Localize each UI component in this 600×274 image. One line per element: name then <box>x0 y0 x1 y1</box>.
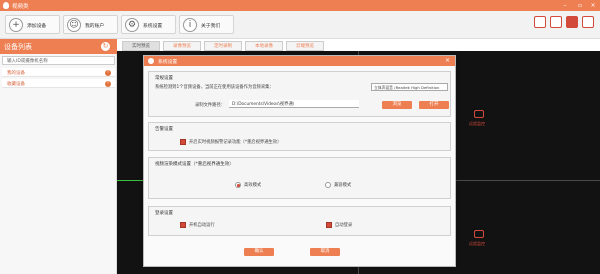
auto-run-label: 开机自动运行 <box>189 223 215 228</box>
render-mode-group: 视频渲染模式设置（*重启视界通生效） 高效模式 兼容模式 <box>148 157 451 199</box>
compatible-mode-radio[interactable] <box>325 182 331 188</box>
title-bar: 视频类 – ▫ × <box>0 0 600 11</box>
open-folder-button[interactable]: 打开 <box>419 101 449 109</box>
layout-4x4-icon[interactable] <box>534 16 546 28</box>
app-title: 视频类 <box>12 4 29 10</box>
layout-1x1-icon[interactable] <box>550 16 562 28</box>
my-account-button[interactable]: ☺ 我的账户 <box>63 15 118 34</box>
device-search-box[interactable]: 输入ID或摄像机名称 <box>2 56 115 65</box>
camera-label: 远程监控 <box>469 241 485 246</box>
app-logo-icon <box>148 58 154 64</box>
cancel-button[interactable]: 取消 <box>310 248 340 256</box>
device-list-title: 设备列表 <box>4 43 32 51</box>
layout-2x2-icon[interactable] <box>566 16 578 28</box>
system-settings-label: 系统设置 <box>143 24 163 29</box>
add-device-label: 添加设备 <box>27 24 47 29</box>
maximize-button[interactable]: ▫ <box>575 1 585 10</box>
record-path-input[interactable]: D:\Documents\Videos\视界通\ <box>229 100 359 108</box>
device-group-favorites[interactable]: 收藏设备 ! <box>2 79 115 88</box>
tab-cloud-preview[interactable]: 云端预览 <box>286 41 324 51</box>
camera-icon <box>474 110 484 118</box>
user-icon: ☺ <box>67 18 81 32</box>
confirm-button[interactable]: 确认 <box>244 248 274 256</box>
refresh-icon[interactable]: ↻ <box>101 42 110 51</box>
tab-live-preview[interactable]: 实时预览 <box>122 41 160 51</box>
system-settings-button[interactable]: ⚙ 系统设置 <box>121 15 176 34</box>
info-icon[interactable]: ! <box>105 69 111 76</box>
camera-label: 远程监控 <box>469 121 485 126</box>
system-settings-dialog: 系统设置 × 常规设置 系统检测到1个音频设备，当前正在使用该设备作为音频采集：… <box>143 55 456 267</box>
device-list-panel: 设备列表 ↻ 输入ID或摄像机名称 我的设备 ! 收藏设备 ! <box>0 39 117 274</box>
auto-run-checkbox[interactable] <box>180 222 186 228</box>
app-logo-icon <box>3 2 9 9</box>
general-settings-group: 常规设置 系统检测到1个音频设备，当前正在使用该设备作为音频采集： 立体声混音 … <box>148 71 451 117</box>
group-title: 视频渲染模式设置（*重启视界通生效） <box>155 162 234 167</box>
tab-bar: 实时预览 录像预览 定时录制 本地录像 云端预览 <box>117 39 600 51</box>
layout-3x3-icon[interactable] <box>582 16 594 28</box>
auto-login-label: 自动登录 <box>335 223 353 228</box>
alarm-settings-group: 告警设置 开启实时视频报警记录功能（*重启视界通生效） <box>148 122 451 151</box>
device-group-label: 收藏设备 <box>7 81 25 87</box>
about-button[interactable]: i 关于我们 <box>179 15 234 34</box>
camera-icon <box>474 230 484 238</box>
compatible-mode-label: 兼容模式 <box>334 183 352 188</box>
info-icon[interactable]: ! <box>105 80 111 87</box>
info-icon: i <box>183 18 197 32</box>
device-group-mine[interactable]: 我的设备 ! <box>2 68 115 77</box>
my-account-label: 我的账户 <box>85 24 105 29</box>
group-title: 登录设置 <box>155 211 173 216</box>
tab-local-record[interactable]: 本地录像 <box>245 41 283 51</box>
plus-icon: + <box>9 18 23 32</box>
close-button[interactable]: × <box>588 1 598 10</box>
tab-record-preview[interactable]: 录像预览 <box>163 41 201 51</box>
group-title: 常规设置 <box>155 76 173 81</box>
alarm-record-checkbox[interactable] <box>180 139 186 145</box>
device-list-header: 设备列表 ↻ <box>0 39 117 54</box>
device-search-input[interactable]: 输入ID或摄像机名称 <box>7 58 48 64</box>
about-label: 关于我们 <box>201 24 221 29</box>
efficient-mode-radio[interactable] <box>235 182 241 188</box>
dialog-title-bar: 系统设置 × <box>144 56 455 66</box>
auto-login-checkbox[interactable] <box>326 222 332 228</box>
record-path-label: 录制文件路径： <box>195 103 226 108</box>
device-group-label: 我的设备 <box>7 70 25 76</box>
browse-button[interactable]: 浏览 <box>382 101 412 109</box>
audio-device-select[interactable]: 立体声混音 (Realtek High Definition <box>371 83 448 91</box>
add-device-button[interactable]: + 添加设备 <box>5 15 60 34</box>
dialog-title: 系统设置 <box>158 60 178 65</box>
dialog-close-button[interactable]: × <box>443 57 452 65</box>
login-settings-group: 登录设置 开机自动运行 自动登录 <box>148 206 451 236</box>
toolbar: + 添加设备 ☺ 我的账户 ⚙ 系统设置 i 关于我们 <box>0 11 600 39</box>
alarm-record-label: 开启实时视频报警记录功能（*重启视界通生效） <box>189 140 282 145</box>
audio-device-description: 系统检测到1个音频设备，当前正在使用该设备作为音频采集： <box>155 85 274 90</box>
minimize-button[interactable]: – <box>560 1 570 10</box>
audio-device-value: 立体声混音 (Realtek High Definition <box>374 85 440 90</box>
efficient-mode-label: 高效模式 <box>244 183 262 188</box>
tab-scheduled-record[interactable]: 定时录制 <box>204 41 242 51</box>
gear-icon: ⚙ <box>125 18 139 32</box>
group-title: 告警设置 <box>155 127 173 132</box>
record-path-value: D:\Documents\Videos\视界通\ <box>232 102 295 107</box>
